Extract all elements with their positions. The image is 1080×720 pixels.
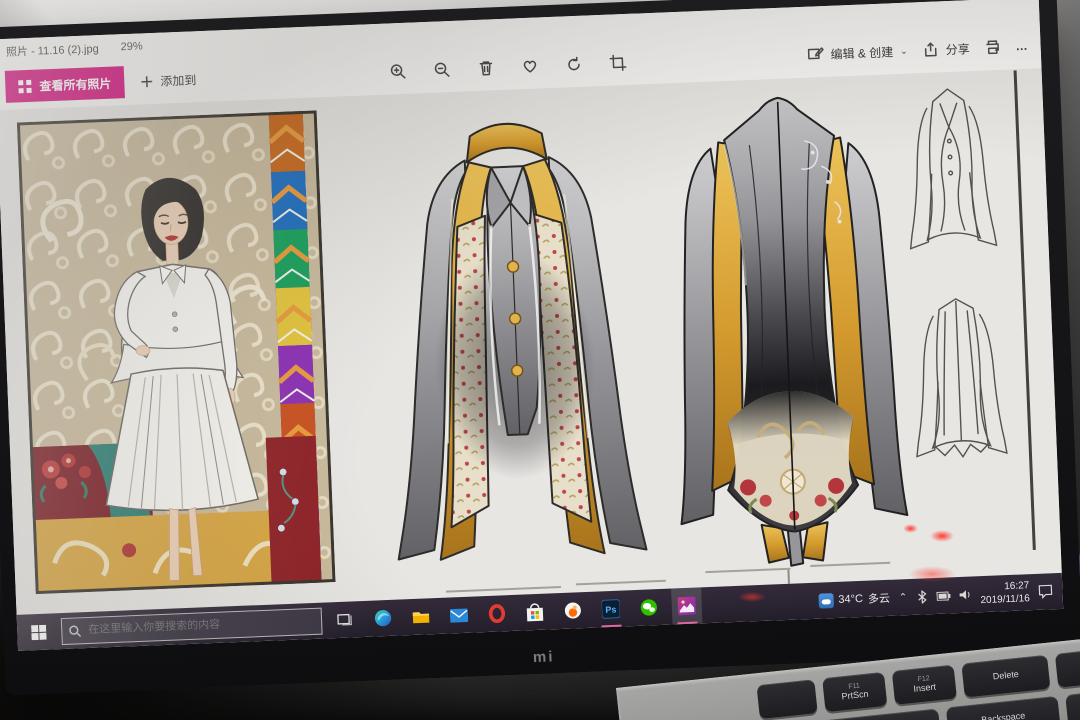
store-icon [526, 602, 545, 623]
crop-icon[interactable] [609, 53, 627, 71]
panel-model-illustration [17, 110, 336, 594]
windows-logo-icon [31, 624, 47, 640]
taskbar-app-file-explorer[interactable] [405, 598, 436, 635]
taskbar-app-widget[interactable] [557, 592, 588, 629]
wechat-icon [639, 597, 658, 618]
key-backspace[interactable]: Backspace [946, 696, 1061, 720]
right-tools: 编辑 & 创建 ⌄ 分享 … [807, 37, 1031, 63]
plus-icon [140, 74, 154, 88]
battery-icon[interactable] [936, 591, 950, 601]
share-icon [922, 41, 939, 58]
zoom-level: 29% [120, 40, 142, 53]
taskbar-app-mail[interactable] [443, 597, 474, 634]
edit-image-icon [807, 46, 824, 63]
sketch-front [904, 87, 996, 248]
svg-text:Ps: Ps [605, 604, 616, 614]
center-tools [389, 53, 626, 79]
mail-icon [450, 607, 469, 623]
taskbar-app-opera[interactable] [481, 595, 512, 632]
folder-icon [412, 606, 431, 627]
add-to-button[interactable]: 添加到 [140, 71, 197, 90]
weather-temp: 34°C [838, 593, 863, 606]
taskbar-clock[interactable]: 16:27 2019/11/16 [980, 579, 1030, 607]
key-prtscn[interactable]: F11 PrtScn [822, 672, 887, 712]
weather-condition: 多云 [868, 590, 891, 607]
taskbar-app-store[interactable] [519, 593, 550, 630]
action-center-icon[interactable] [1038, 584, 1053, 599]
window-title: 照片 - 11.16 (2).jpg [6, 40, 99, 60]
weather-widget[interactable]: 34°C 多云 [818, 590, 890, 609]
weather-icon [818, 593, 834, 609]
key-power[interactable] [1055, 647, 1080, 687]
taskbar-app-wechat[interactable] [633, 589, 664, 626]
volume-icon[interactable] [959, 590, 971, 600]
task-view-icon [337, 611, 354, 628]
view-all-photos-button[interactable]: 查看所有照片 [5, 66, 125, 103]
taskbar-app-edge[interactable] [367, 600, 398, 637]
key-partial[interactable] [756, 679, 817, 719]
share-button[interactable]: 分享 [922, 40, 970, 59]
sketch-back [911, 297, 1007, 458]
delete-icon[interactable] [477, 59, 495, 77]
clock-date: 2019/11/16 [980, 592, 1030, 607]
chevron-down-icon: ⌄ [900, 45, 908, 56]
panel-jacket-front [337, 98, 686, 593]
bluetooth-icon[interactable] [916, 590, 928, 603]
zoom-out-icon[interactable] [433, 61, 451, 79]
widget-icon [564, 601, 583, 620]
taskbar-search[interactable] [61, 607, 323, 644]
photo-canvas[interactable] [0, 69, 1062, 615]
laptop-bezel: 照片 - 11.16 (2).jpg 29% 查看所有照片 添加到 [0, 0, 1080, 695]
key-delete[interactable]: Delete [961, 655, 1050, 698]
see-more-button[interactable]: … [1015, 39, 1029, 54]
clock-time: 16:27 [1004, 579, 1030, 593]
photoshop-icon: Ps [601, 599, 620, 620]
screen: 照片 - 11.16 (2).jpg 29% 查看所有照片 添加到 [0, 0, 1063, 651]
edit-create-button[interactable]: 编辑 & 创建 ⌄ [807, 42, 908, 63]
panel-line-sketches [896, 81, 1012, 487]
system-tray: 34°C 多云 ⌃ 16:27 2019/11/16 [818, 578, 1057, 614]
start-button[interactable] [23, 613, 54, 650]
key-home[interactable]: Home [1065, 687, 1080, 720]
search-input[interactable] [61, 607, 323, 644]
search-icon [68, 624, 82, 638]
photo-scene: 照片 - 11.16 (2).jpg 29% 查看所有照片 添加到 [0, 0, 1080, 720]
photos-icon [677, 596, 696, 617]
task-view-button[interactable] [329, 601, 360, 638]
panel-jacket-back [652, 79, 922, 581]
favorite-heart-icon[interactable] [521, 57, 539, 75]
laptop-brand-logo: MI [533, 648, 555, 666]
page-edge-line [1014, 70, 1036, 550]
print-button[interactable] [984, 39, 1001, 56]
printer-icon [984, 39, 1001, 56]
edge-icon [374, 608, 393, 629]
show-hidden-icons-caret[interactable]: ⌃ [899, 592, 908, 603]
zoom-in-icon[interactable] [389, 62, 407, 80]
opera-icon [488, 603, 507, 624]
rotate-icon[interactable] [565, 55, 583, 73]
taskbar-app-photoshop[interactable]: Ps [595, 590, 626, 627]
taskbar-app-photos[interactable] [671, 587, 702, 624]
key-insert[interactable]: F12 Insert [892, 665, 957, 705]
photo-grid-icon [18, 79, 32, 93]
